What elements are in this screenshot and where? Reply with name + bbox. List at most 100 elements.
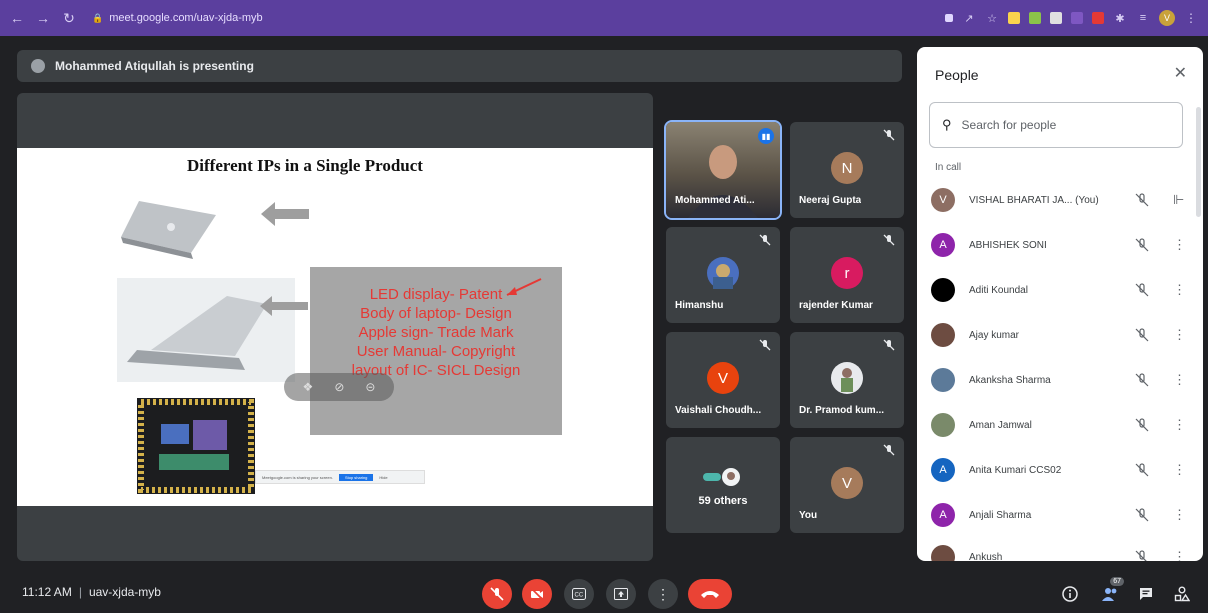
mic-off-icon xyxy=(759,339,771,351)
person-row[interactable]: A Anita Kumari CCS02 ⋮ xyxy=(931,458,1186,482)
pin-icon[interactable]: ❖ xyxy=(303,380,314,394)
person-name: Ajay kumar xyxy=(969,329,1020,341)
more-options-icon[interactable]: ⋮ xyxy=(1173,417,1186,433)
person-avatar: V xyxy=(931,188,955,212)
mic-off-icon xyxy=(1135,328,1149,342)
participant-avatar: V xyxy=(831,467,863,499)
more-options-icon: ⋮ xyxy=(656,585,670,602)
present-screen-button[interactable] xyxy=(606,579,636,609)
captions-button[interactable]: CC xyxy=(564,579,594,609)
person-name: Anita Kumari CCS02 xyxy=(969,464,1062,476)
more-options-icon[interactable]: ⋮ xyxy=(1173,327,1186,343)
scrollbar[interactable] xyxy=(1196,107,1201,217)
presentation-stage: Different IPs in a Single Product LED di… xyxy=(17,93,653,561)
pin-icon[interactable]: ⊩ xyxy=(1173,192,1184,208)
leave-call-button[interactable] xyxy=(688,579,732,609)
person-row[interactable]: Ankush ⋮ xyxy=(931,545,1186,561)
participant-name: rajender Kumar xyxy=(799,300,873,311)
mic-off-button[interactable] xyxy=(482,579,512,609)
share-icon[interactable]: ↗ xyxy=(962,12,976,25)
search-people-input[interactable]: ⚲ Search for people xyxy=(929,102,1183,148)
reload-icon[interactable]: ↻ xyxy=(62,10,76,27)
ip-line: Body of laptop- Design xyxy=(360,305,512,322)
participant-name: Himanshu xyxy=(675,300,724,311)
back-icon[interactable]: ← xyxy=(10,10,24,26)
mic-off-icon xyxy=(883,339,895,351)
person-avatar: A xyxy=(931,458,955,482)
url-text: meet.google.com/uav-xjda-myb xyxy=(109,12,263,24)
participant-count-badge: 67 xyxy=(1110,577,1124,586)
person-row[interactable]: Ajay kumar ⋮ xyxy=(931,323,1186,347)
more-options-icon[interactable]: ⋮ xyxy=(1173,507,1186,523)
meeting-details-button[interactable] xyxy=(1060,584,1080,604)
self-tile[interactable]: V You xyxy=(790,437,904,533)
profile-avatar[interactable]: V xyxy=(1159,10,1175,26)
camera-indicator-icon[interactable] xyxy=(945,14,953,22)
extension-icon[interactable] xyxy=(1050,12,1062,24)
chat-button[interactable] xyxy=(1136,584,1156,604)
presenting-text: Mohammed Atiqullah is presenting xyxy=(55,59,254,73)
person-avatar xyxy=(931,413,955,437)
others-tile[interactable]: 59 others xyxy=(666,437,780,533)
people-button[interactable]: 67 xyxy=(1100,577,1124,604)
lock-icon: 🔒 xyxy=(92,12,104,23)
ip-annotation-box: LED display- Patent Body of laptop- Desi… xyxy=(310,267,562,435)
person-row[interactable]: Aditi Koundal ⋮ xyxy=(931,278,1186,302)
menu-kebab-icon[interactable]: ⋮ xyxy=(1184,11,1198,25)
bookmark-star-icon[interactable]: ☆ xyxy=(985,12,999,25)
camera-off-icon xyxy=(530,587,544,601)
more-options-icon[interactable]: ⋮ xyxy=(1173,549,1186,561)
more-options-button[interactable]: ⋮ xyxy=(648,579,678,609)
participant-tile[interactable]: N Neeraj Gupta xyxy=(790,122,904,218)
mic-off-icon xyxy=(759,234,771,246)
participant-tile[interactable]: Himanshu xyxy=(666,227,780,323)
person-row[interactable]: A Anjali Sharma ⋮ xyxy=(931,503,1186,527)
participant-tile[interactable]: Dr. Pramod kum... xyxy=(790,332,904,428)
others-avatars xyxy=(701,461,745,493)
participant-tile[interactable]: r rajender Kumar xyxy=(790,227,904,323)
activities-button[interactable] xyxy=(1172,584,1192,604)
participant-name: Vaishali Choudh... xyxy=(675,405,762,416)
hide-button[interactable]: Hide xyxy=(379,475,387,480)
extension-icon[interactable] xyxy=(1071,12,1083,24)
participant-name: You xyxy=(799,510,818,521)
forward-icon[interactable]: → xyxy=(36,10,50,26)
mic-off-icon xyxy=(1135,550,1147,561)
others-count: 59 others xyxy=(698,495,748,507)
more-options-icon[interactable]: ⋮ xyxy=(1173,372,1186,388)
person-row[interactable]: Aman Jamwal ⋮ xyxy=(931,413,1186,437)
person-avatar xyxy=(931,545,955,561)
share-bar-text: Meetgoogle.com is sharing your screen. xyxy=(262,474,333,480)
address-bar[interactable]: 🔒 meet.google.com/uav-xjda-myb xyxy=(92,12,263,24)
extension-icon[interactable] xyxy=(1029,12,1041,24)
end-call-icon xyxy=(701,591,719,598)
close-icon[interactable]: ✕ xyxy=(1174,63,1187,83)
participant-tile[interactable]: V Vaishali Choudh... xyxy=(666,332,780,428)
search-placeholder: Search for people xyxy=(961,118,1057,132)
person-row[interactable]: Akanksha Sharma ⋮ xyxy=(931,368,1186,392)
mic-off-icon xyxy=(1135,373,1149,387)
person-row[interactable]: A ABHISHEK SONI ⋮ xyxy=(931,233,1186,257)
camera-off-button[interactable] xyxy=(522,579,552,609)
participant-avatar: V xyxy=(707,362,739,394)
extension-icon[interactable] xyxy=(1008,12,1020,24)
presenting-banner: Mohammed Atiqullah is presenting xyxy=(17,50,902,82)
svg-text:CC: CC xyxy=(575,593,584,599)
stop-sharing-button[interactable]: Stop sharing xyxy=(338,473,374,481)
ip-list: LED display- Patent Body of laptop- Desi… xyxy=(310,285,562,380)
person-name: Akanksha Sharma xyxy=(969,374,1051,386)
chat-icon xyxy=(1140,588,1152,600)
extension-icon[interactable] xyxy=(1092,12,1104,24)
more-options-icon[interactable]: ⋮ xyxy=(1173,282,1186,298)
remove-icon[interactable]: ⊝ xyxy=(365,380,375,394)
more-options-icon[interactable]: ⋮ xyxy=(1173,237,1186,253)
person-name: Aman Jamwal xyxy=(969,419,1032,431)
mute-icon[interactable]: ⊘ xyxy=(334,380,344,394)
reading-list-icon[interactable]: ≡ xyxy=(1136,12,1150,24)
person-row[interactable]: V VISHAL BHARATI JA... (You) ⊩ xyxy=(931,188,1184,212)
participant-tile[interactable]: ▮▮ Mohammed Ati... xyxy=(664,120,782,220)
mic-off-icon xyxy=(1135,418,1149,432)
extensions-puzzle-icon[interactable]: ✱ xyxy=(1113,12,1127,25)
more-options-icon[interactable]: ⋮ xyxy=(1173,462,1186,478)
ip-line: Apple sign- Trade Mark xyxy=(358,324,514,341)
